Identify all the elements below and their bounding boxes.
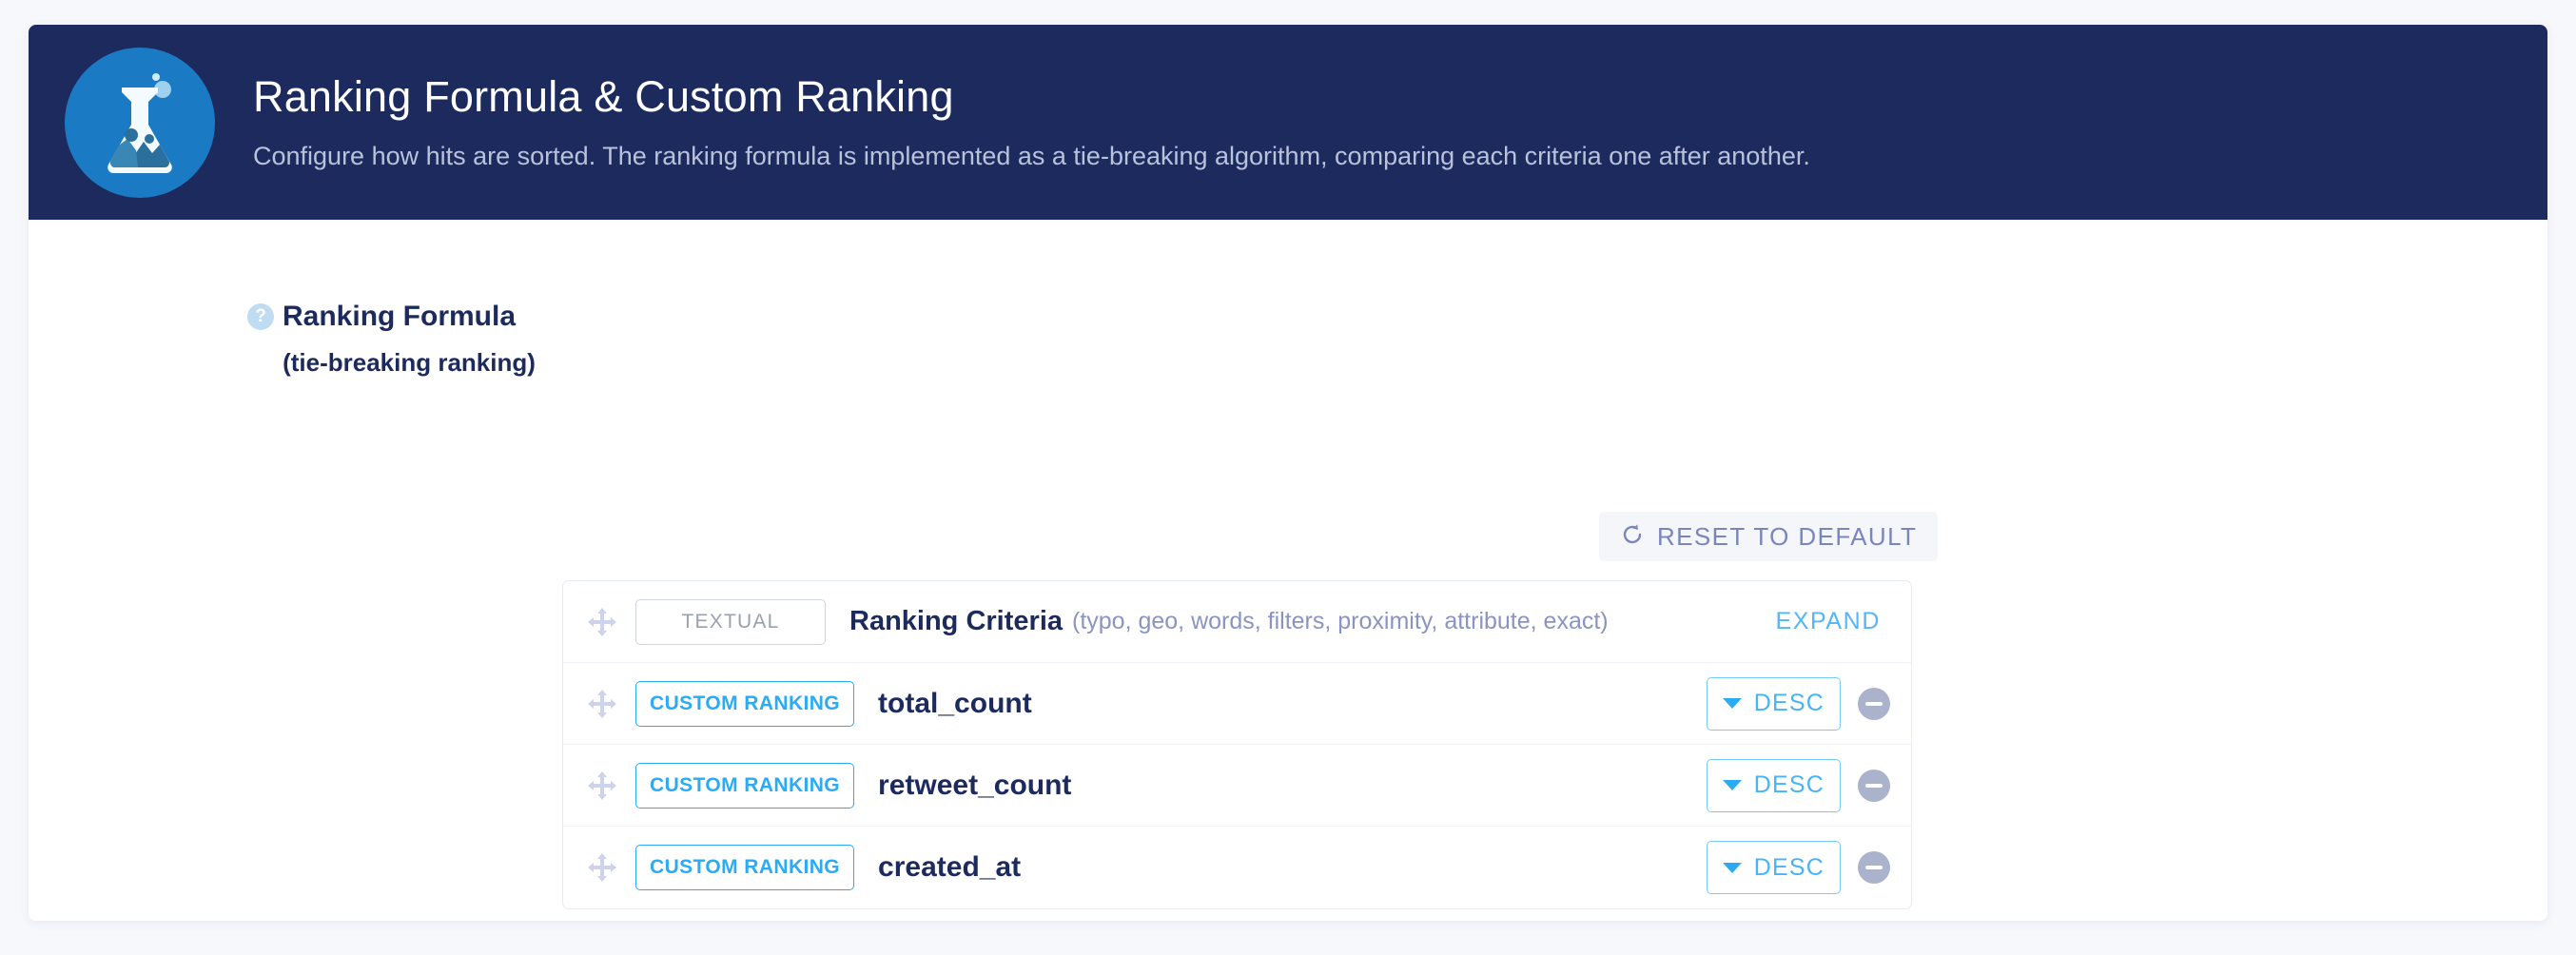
page-title: Ranking Formula & Custom Ranking	[253, 71, 954, 121]
criteria-attribute-name: created_at	[878, 851, 1022, 883]
move-arrows-icon[interactable]	[586, 688, 618, 720]
reset-to-default-button[interactable]: RESET TO DEFAULT	[1599, 512, 1939, 561]
sort-direction-select[interactable]: DESC	[1706, 841, 1841, 894]
criteria-title: Ranking Criteria	[849, 606, 1063, 636]
criteria-list: TEXTUAL Ranking Criteria (typo, geo, wor…	[562, 580, 1912, 909]
criteria-row-actions: DESC	[1706, 676, 1911, 731]
reset-arrow-icon	[1620, 522, 1645, 552]
criteria-row[interactable]: TEXTUAL Ranking Criteria (typo, geo, wor…	[563, 581, 1911, 663]
ranking-formula-card: Ranking Formula & Custom Ranking Configu…	[29, 25, 2547, 921]
help-icon[interactable]: ?	[247, 303, 274, 330]
criteria-type-badge: CUSTOM RANKING	[635, 680, 855, 727]
minus-circle-icon[interactable]	[1858, 769, 1890, 802]
ranking-formula-label-column: ? Ranking Formula (tie-breaking ranking)	[162, 301, 561, 378]
minus-circle-icon[interactable]	[1858, 687, 1890, 720]
reset-to-default-label: RESET TO DEFAULT	[1657, 521, 1918, 551]
move-arrows-icon[interactable]	[586, 770, 618, 802]
sort-direction-select[interactable]: DESC	[1706, 758, 1841, 812]
criteria-type-badge: CUSTOM RANKING	[635, 845, 855, 890]
chevron-down-icon	[1722, 698, 1742, 709]
sort-direction-label: DESC	[1753, 853, 1825, 881]
header-text-block: Ranking Formula & Custom Ranking Configu…	[253, 73, 1810, 172]
sort-direction-label: DESC	[1753, 690, 1825, 716]
chevron-down-icon	[1722, 862, 1742, 873]
ranking-formula-sublabel: (tie-breaking ranking)	[283, 348, 536, 377]
ranking-formula-label-row: ? Ranking Formula	[162, 301, 561, 333]
panel-header: Ranking Formula & Custom Ranking Configu…	[29, 25, 2547, 220]
page-subtitle: Configure how hits are sorted. The ranki…	[253, 142, 1810, 171]
move-arrows-icon[interactable]	[586, 606, 618, 638]
flask-icon	[65, 47, 215, 198]
criteria-row[interactable]: CUSTOM RANKING created_at DESC	[563, 827, 1911, 908]
criteria-subtitle: (typo, geo, words, filters, proximity, a…	[1072, 608, 1609, 634]
criteria-row-actions: DESC	[1706, 758, 1911, 812]
criteria-row[interactable]: CUSTOM RANKING total_count DESC	[563, 663, 1911, 745]
expand-link[interactable]: EXPAND	[1775, 608, 1890, 635]
panel-body: ? Ranking Formula (tie-breaking ranking)…	[29, 220, 2547, 921]
criteria-type-badge: CUSTOM RANKING	[635, 762, 855, 809]
sort-direction-select[interactable]: DESC	[1706, 676, 1841, 731]
criteria-attribute-name: retweet_count	[878, 769, 1072, 801]
sort-direction-label: DESC	[1753, 771, 1825, 798]
criteria-row-actions: DESC	[1706, 841, 1911, 894]
criteria-row[interactable]: CUSTOM RANKING retweet_count DESC	[563, 745, 1911, 827]
criteria-row-actions: EXPAND	[1775, 608, 1911, 635]
minus-circle-icon[interactable]	[1858, 851, 1890, 884]
ranking-formula-label: Ranking Formula	[283, 301, 517, 332]
criteria-attribute-name: total_count	[878, 687, 1032, 719]
chevron-down-icon	[1722, 780, 1742, 790]
criteria-type-badge: TEXTUAL	[635, 598, 826, 645]
move-arrows-icon[interactable]	[586, 851, 618, 884]
